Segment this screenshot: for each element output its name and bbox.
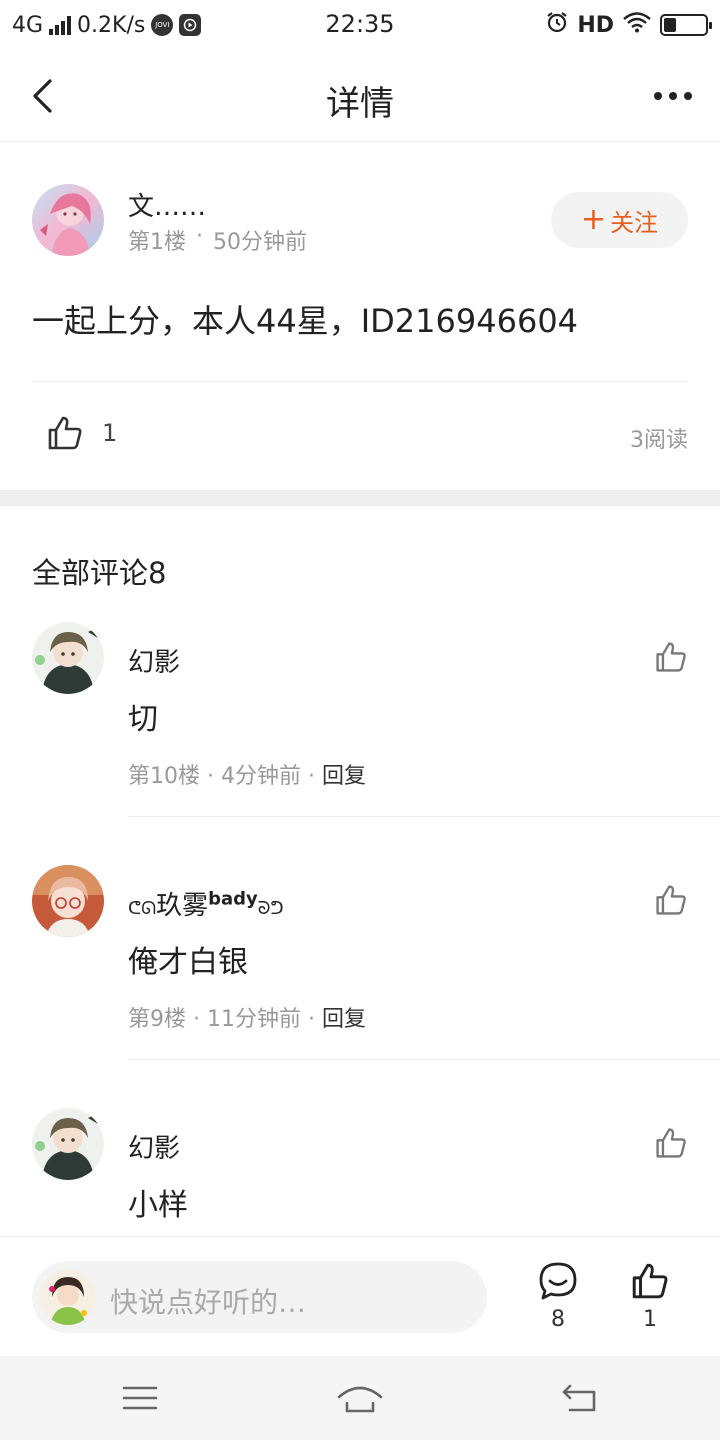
section-separator <box>0 490 720 506</box>
comment-like-button[interactable] <box>654 640 690 676</box>
meta-separator: · <box>196 224 203 249</box>
home-icon <box>337 1386 383 1413</box>
thumbs-up-icon <box>656 642 686 672</box>
comment-meta: 第9楼 · 11分钟前 · 回复 <box>128 1007 366 1032</box>
comment-floor: 第9楼 <box>128 1007 186 1032</box>
plus-icon: + <box>580 202 607 237</box>
commenter-name-text: 玖雾 <box>156 891 209 921</box>
post-time: 50分钟前 <box>213 230 307 255</box>
post-floor: 第1楼 <box>128 230 186 255</box>
thumbs-up-icon <box>632 1263 668 1299</box>
decoration-left: ᕦᘏ <box>128 898 157 919</box>
reply-button[interactable]: 回复 <box>322 1007 366 1032</box>
comment-floor: 第10楼 <box>128 764 200 789</box>
comment-item: 幻影 切 第10楼 · 4分钟前 · 回复 <box>0 622 720 818</box>
thumbs-up-icon <box>48 416 82 450</box>
nav-bar: 详情 <box>0 52 720 142</box>
follow-label: 关注 <box>610 208 659 237</box>
comment-text: 小样 <box>128 1188 188 1223</box>
comment-time: 11分钟前 <box>206 1007 301 1032</box>
return-icon <box>562 1384 596 1412</box>
bottom-bar: 快说点好听的… 8 1 <box>0 1236 720 1356</box>
post-content: 一起上分，本人44星，ID216946604 <box>32 302 579 340</box>
post-author-name[interactable]: 文…… <box>128 186 206 223</box>
comment-text: 俺才白银 <box>128 945 248 980</box>
home-button[interactable] <box>330 1378 390 1418</box>
commenter-avatar[interactable] <box>32 1108 104 1180</box>
comment-bubble-icon <box>539 1262 577 1300</box>
system-nav-bar <box>0 1356 720 1440</box>
post-like-button[interactable]: 1 <box>46 414 117 452</box>
post-like-count: 1 <box>102 419 118 447</box>
alarm-icon <box>545 10 569 40</box>
wifi-icon <box>622 11 652 39</box>
commenter-name[interactable]: 幻影 <box>128 1128 180 1165</box>
decoration-right: ᘐᕤ <box>257 898 284 919</box>
comment-item: 幻影 小样 <box>0 1108 720 1236</box>
commenter-name[interactable]: ᕦᘏ玖雾badyᘐᕤ <box>128 885 284 922</box>
more-button[interactable] <box>648 76 698 116</box>
comment-count: 8 <box>551 1307 565 1332</box>
comment-input-placeholder: 快说点好听的… <box>110 1286 307 1319</box>
comment-meta: 第10楼 · 4分钟前 · 回复 <box>128 764 366 789</box>
thumbs-up-icon <box>656 885 686 915</box>
post-author-avatar[interactable] <box>32 184 104 256</box>
menu-button[interactable] <box>110 1378 170 1418</box>
thumbs-up-icon <box>656 1128 686 1158</box>
comment-like-button[interactable] <box>654 1126 690 1162</box>
bottom-like-button[interactable]: 1 <box>620 1261 680 1341</box>
user-avatar <box>40 1269 96 1325</box>
bottom-like-count: 1 <box>643 1307 657 1332</box>
hd-label: HD <box>577 12 614 38</box>
more-dots-icon <box>654 92 662 100</box>
divider <box>32 381 688 382</box>
comment-text: 切 <box>128 702 158 737</box>
comment-input[interactable]: 快说点好听的… <box>32 1261 487 1333</box>
read-count: 3阅读 <box>630 428 688 453</box>
battery-icon <box>660 14 712 36</box>
status-bar: 4G 0.2K/s JOVI 22:35 HD <box>0 0 720 50</box>
battery-level <box>664 18 676 32</box>
page-title: 详情 <box>326 84 394 124</box>
comments-title: 全部评论8 <box>32 556 167 590</box>
status-right: HD <box>545 10 712 40</box>
menu-icon <box>122 1386 158 1410</box>
commenter-avatar[interactable] <box>32 865 104 937</box>
reply-button[interactable]: 回复 <box>322 764 366 789</box>
page: 4G 0.2K/s JOVI 22:35 HD 详情 文…… 第1楼 · 50分… <box>0 0 720 1440</box>
commenter-avatar[interactable] <box>32 622 104 694</box>
comment-like-button[interactable] <box>654 883 690 919</box>
post-meta: 第1楼 · 50分钟前 <box>128 224 307 256</box>
follow-button[interactable]: + 关注 <box>551 192 688 248</box>
comment-count-button[interactable]: 8 <box>528 1261 588 1341</box>
return-button[interactable] <box>550 1378 610 1418</box>
divider <box>128 1059 720 1060</box>
commenter-name-sup: bady <box>208 888 258 910</box>
comment-item: ᕦᘏ玖雾badyᘐᕤ 俺才白银 第9楼 · 11分钟前 · 回复 <box>0 865 720 1061</box>
comment-time: 4分钟前 <box>220 764 301 789</box>
divider <box>128 816 720 817</box>
commenter-name[interactable]: 幻影 <box>128 642 180 679</box>
